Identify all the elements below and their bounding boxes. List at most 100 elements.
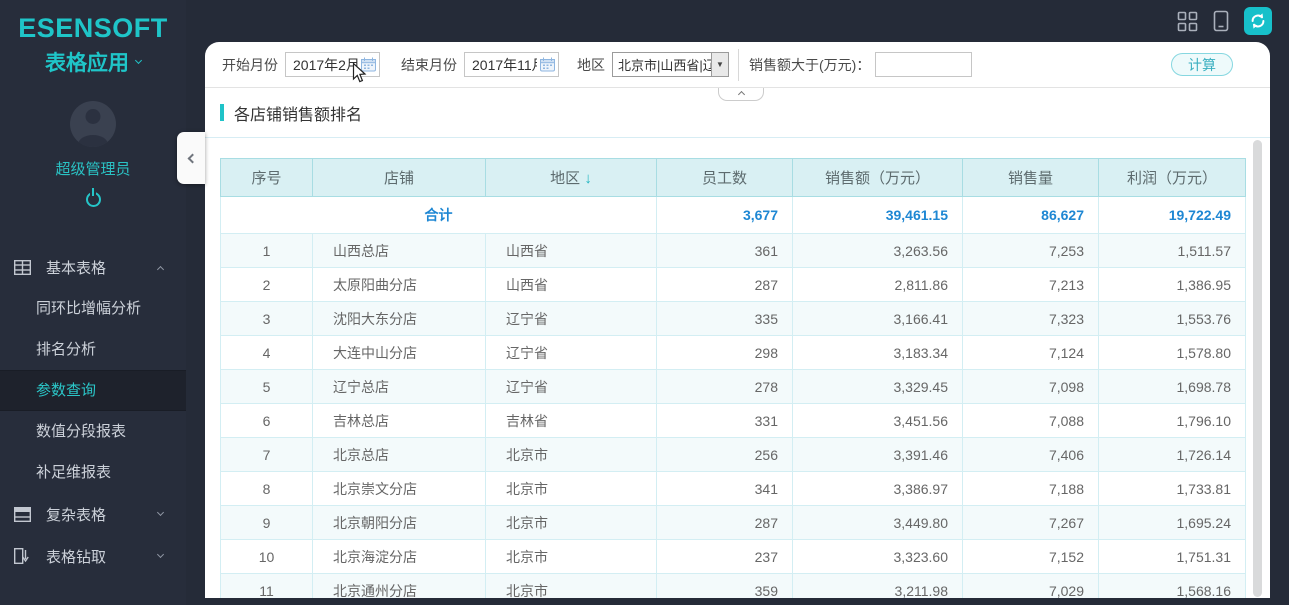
sidebar-item-表格钻取[interactable]: 表格钻取 bbox=[0, 535, 186, 577]
table-row: 5 辽宁总店 辽宁省 278 3,329.45 7,098 1,698.78 bbox=[220, 369, 1246, 404]
page-title: 各店铺销售额排名 bbox=[234, 106, 363, 124]
table-cell: 2,811.86 bbox=[792, 267, 963, 302]
start-month-label: 开始月份 bbox=[222, 56, 278, 73]
sort-desc-icon[interactable]: ↓ bbox=[580, 170, 592, 187]
table-cell: 北京市 bbox=[485, 539, 657, 574]
table-cell: 太原阳曲分店 bbox=[312, 267, 486, 302]
dropdown-arrow-icon[interactable]: ▼ bbox=[711, 53, 728, 76]
table-cell: 1,698.78 bbox=[1098, 369, 1246, 404]
table-cell: 1 bbox=[220, 233, 313, 268]
table-cell: 2 bbox=[220, 267, 313, 302]
sidebar-item-复杂表格[interactable]: 复杂表格 bbox=[0, 493, 186, 535]
table-cell: 3,451.56 bbox=[792, 403, 963, 438]
table-cell: 5 bbox=[220, 369, 313, 404]
chevron-down-icon[interactable] bbox=[134, 56, 143, 65]
sales-threshold-label: 销售额大于(万元)： bbox=[749, 56, 871, 73]
column-header[interactable]: 地区 ↓ bbox=[485, 158, 657, 197]
table-cell: 山西总店 bbox=[312, 233, 486, 268]
filter-divider bbox=[738, 48, 739, 81]
filterbar-collapse-notch[interactable] bbox=[718, 88, 764, 101]
region-select-value: 北京市|山西省|辽 bbox=[618, 58, 711, 73]
table-cell: 1,695.24 bbox=[1098, 505, 1246, 540]
vertical-scrollbar[interactable] bbox=[1253, 140, 1262, 597]
region-select[interactable]: 北京市|山西省|辽 ▼ bbox=[612, 52, 729, 77]
table-row: 8 北京崇文分店 北京市 341 3,386.97 7,188 1,733.81 bbox=[220, 471, 1246, 506]
chevron-down-icon bbox=[156, 508, 165, 517]
table-cell: 北京海淀分店 bbox=[312, 539, 486, 574]
avatar bbox=[70, 101, 116, 147]
table-cell: 辽宁省 bbox=[485, 301, 657, 336]
table-cell: 7,088 bbox=[962, 403, 1099, 438]
region-label: 地区 bbox=[577, 56, 605, 73]
table-cell: 7,124 bbox=[962, 335, 1099, 370]
table-cell: 3,211.98 bbox=[792, 573, 963, 598]
table-cell: 287 bbox=[656, 267, 793, 302]
table-cell: 3,263.56 bbox=[792, 233, 963, 268]
table-cell: 298 bbox=[656, 335, 793, 370]
total-value: 19,722.49 bbox=[1098, 196, 1246, 234]
table-row: 2 太原阳曲分店 山西省 287 2,811.86 7,213 1,386.95 bbox=[220, 267, 1246, 302]
refresh-icon[interactable] bbox=[1244, 7, 1272, 35]
logo: ESENSOFT 表格应用 bbox=[0, 0, 186, 77]
table-cell: 8 bbox=[220, 471, 313, 506]
complex-table-icon bbox=[14, 506, 33, 522]
table-cell: 3,386.97 bbox=[792, 471, 963, 506]
sidebar-subitem-数值分段报表[interactable]: 数值分段报表 bbox=[0, 411, 186, 452]
table-cell: 256 bbox=[656, 437, 793, 472]
title-divider bbox=[205, 137, 1270, 138]
grid-apps-icon[interactable] bbox=[1177, 11, 1198, 32]
content-panel: 开始月份 结束月份 bbox=[205, 42, 1270, 598]
title-accent-bar bbox=[220, 104, 224, 121]
calendar-icon[interactable] bbox=[361, 57, 376, 72]
column-header[interactable]: 店铺 bbox=[312, 158, 486, 197]
table-row: 7 北京总店 北京市 256 3,391.46 7,406 1,726.14 bbox=[220, 437, 1246, 472]
table-cell: 3,449.80 bbox=[792, 505, 963, 540]
table-cell: 7,406 bbox=[962, 437, 1099, 472]
table-cell: 287 bbox=[656, 505, 793, 540]
table-cell: 7 bbox=[220, 437, 313, 472]
table-cell: 1,386.95 bbox=[1098, 267, 1246, 302]
column-header[interactable]: 序号 bbox=[220, 158, 313, 197]
sidebar-subitem-补足维报表[interactable]: 补足维报表 bbox=[0, 452, 186, 493]
table-cell: 1,568.16 bbox=[1098, 573, 1246, 598]
table-cell: 7,098 bbox=[962, 369, 1099, 404]
table-cell: 北京市 bbox=[485, 573, 657, 598]
mobile-preview-icon[interactable] bbox=[1213, 10, 1229, 32]
logout-power-icon[interactable] bbox=[85, 192, 101, 207]
table-cell: 沈阳大东分店 bbox=[312, 301, 486, 336]
table-cell: 3 bbox=[220, 301, 313, 336]
sidebar-collapse-handle[interactable] bbox=[177, 132, 205, 184]
ranking-table: 序号 店铺 地区 ↓ 员工数 销售额（万元） 销售量 利润（万元） 合计 3,677 39,46… bbox=[220, 158, 1246, 598]
calendar-icon[interactable] bbox=[540, 57, 555, 72]
calculate-button[interactable]: 计算 bbox=[1171, 53, 1233, 76]
table-cell: 4 bbox=[220, 335, 313, 370]
sidebar-subitem-排名分析[interactable]: 排名分析 bbox=[0, 329, 186, 370]
end-month-label: 结束月份 bbox=[401, 56, 457, 73]
table-cell: 7,029 bbox=[962, 573, 1099, 598]
table-cell: 山西省 bbox=[485, 267, 657, 302]
table-row: 9 北京朝阳分店 北京市 287 3,449.80 7,267 1,695.24 bbox=[220, 505, 1246, 540]
column-header[interactable]: 销售量 bbox=[962, 158, 1099, 197]
sales-threshold-input[interactable] bbox=[875, 52, 973, 77]
topbar-icons bbox=[1177, 7, 1272, 35]
table-cell: 1,751.31 bbox=[1098, 539, 1246, 574]
sidebar-subitem-同环比增幅分析[interactable]: 同环比增幅分析 bbox=[0, 288, 186, 329]
table-cell: 3,166.41 bbox=[792, 301, 963, 336]
table-cell: 北京总店 bbox=[312, 437, 486, 472]
table-cell: 1,796.10 bbox=[1098, 403, 1246, 438]
table-cell: 吉林总店 bbox=[312, 403, 486, 438]
table-cell: 11 bbox=[220, 573, 313, 598]
column-header[interactable]: 销售额（万元） bbox=[792, 158, 963, 197]
sidebar-item-基本表格[interactable]: 基本表格 bbox=[0, 246, 186, 288]
table-cell: 3,323.60 bbox=[792, 539, 963, 574]
table-cell: 辽宁总店 bbox=[312, 369, 486, 404]
column-header[interactable]: 员工数 bbox=[656, 158, 793, 197]
sidebar-subitem-参数查询[interactable]: 参数查询 bbox=[0, 370, 186, 411]
table-drill-icon bbox=[14, 548, 33, 564]
column-header[interactable]: 利润（万元） bbox=[1098, 158, 1246, 197]
table-cell: 北京市 bbox=[485, 505, 657, 540]
table-row: 11 北京通州分店 北京市 359 3,211.98 7,029 1,568.16 bbox=[220, 573, 1246, 598]
table-cell: 辽宁省 bbox=[485, 369, 657, 404]
table-cell: 1,726.14 bbox=[1098, 437, 1246, 472]
logo-subtitle: 表格应用 bbox=[45, 52, 129, 75]
